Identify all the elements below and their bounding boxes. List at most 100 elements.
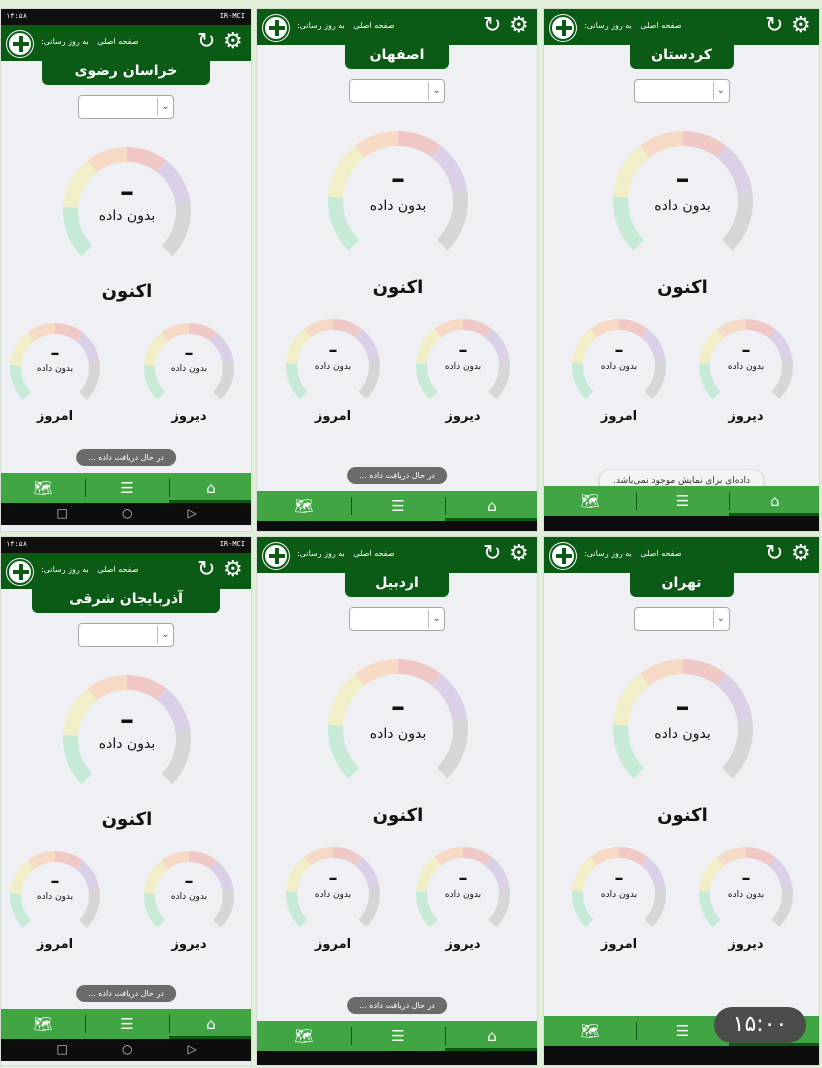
- region-name: آذربایجان شرقی: [69, 591, 183, 607]
- breadcrumb-home[interactable]: صفحه اصلی: [640, 21, 681, 30]
- gauge-yesterday: – بدون داده دیروز: [699, 847, 793, 969]
- gauge-caption: دیروز: [171, 409, 207, 424]
- system-nav-bar: □ ○ ▷: [1, 503, 251, 525]
- breadcrumb-home[interactable]: صفحه اصلی: [97, 565, 138, 574]
- breadcrumb-updated: به روز رسانی:: [297, 21, 345, 30]
- gauge-value: –: [328, 339, 338, 361]
- gauge-status: بدون داده: [170, 364, 208, 375]
- back-icon[interactable]: ▷: [187, 506, 196, 520]
- gauge-now: – بدون داده اکنون: [328, 659, 468, 839]
- dropdown-select[interactable]: ⌄: [633, 79, 730, 103]
- app-bar: صفحه اصلی به روز رسانی: ↻ ⚙: [1, 553, 251, 589]
- refresh-icon[interactable]: ↻: [483, 542, 501, 566]
- chevron-down-icon: ⌄: [157, 98, 173, 116]
- home-icon[interactable]: ⌂: [169, 1009, 251, 1039]
- gauge-segment: [355, 131, 399, 158]
- breadcrumb-home[interactable]: صفحه اصلی: [640, 549, 681, 558]
- app-screen-panel: صفحه اصلی به روز رسانی: ↻ ⚙ اصفهان ⌄ – ب…: [256, 8, 538, 532]
- map-icon[interactable]: 🗺︎: [257, 1021, 351, 1051]
- gauge-caption: دیروز: [445, 409, 481, 424]
- gauge-segment: [682, 659, 726, 686]
- logo-icon: [263, 543, 289, 569]
- gauge-segment: [87, 147, 128, 173]
- gauge-value: –: [614, 867, 624, 889]
- home-icon[interactable]: ⌂: [169, 473, 251, 503]
- gauge-today: – بدون داده امروز: [286, 319, 380, 441]
- dropdown-select[interactable]: ⌄: [349, 79, 445, 103]
- gauge-value: –: [120, 175, 134, 209]
- logo-icon: [7, 31, 33, 57]
- list-sort-icon[interactable]: ☰: [351, 491, 445, 521]
- breadcrumb: صفحه اصلی به روز رسانی:: [297, 549, 395, 558]
- gear-icon[interactable]: ⚙: [791, 542, 811, 566]
- refresh-icon[interactable]: ↻: [483, 14, 501, 38]
- app-screen-panel: صفحه اصلی به روز رسانی: ↻ ⚙ کردستان ⌄ – …: [543, 8, 820, 532]
- gear-icon[interactable]: ⚙: [509, 542, 529, 566]
- gauge-yesterday: – بدون داده دیروز: [699, 319, 793, 441]
- gauge-caption: دیروز: [728, 937, 764, 952]
- map-icon[interactable]: 🗺︎: [544, 1016, 636, 1046]
- home-circle-icon[interactable]: ○: [122, 506, 132, 520]
- region-name: خراسان رضوی: [74, 63, 178, 79]
- breadcrumb-home[interactable]: صفحه اصلی: [353, 549, 394, 558]
- gear-icon[interactable]: ⚙: [223, 558, 243, 582]
- list-sort-icon[interactable]: ☰: [351, 1021, 445, 1051]
- gauge-status: بدون داده: [727, 362, 765, 373]
- gauge-segment: [332, 847, 362, 866]
- gauge-segment: [87, 675, 128, 701]
- breadcrumb-updated: به روز رسانی:: [584, 549, 632, 558]
- refresh-icon[interactable]: ↻: [197, 558, 215, 582]
- gauge-segment: [304, 319, 334, 338]
- gauge-value: –: [184, 342, 194, 364]
- recent-apps-icon[interactable]: □: [56, 506, 67, 520]
- home-icon[interactable]: ⌂: [445, 1021, 537, 1051]
- gauge-today: – بدون داده امروز: [10, 323, 100, 441]
- gauge-segment: [161, 323, 190, 342]
- dropdown-select[interactable]: ⌄: [78, 623, 174, 647]
- breadcrumb-home[interactable]: صفحه اصلی: [97, 37, 138, 46]
- list-sort-icon[interactable]: ☰: [636, 486, 728, 516]
- screenshot-grid: ۱۴:۵۸ IR-MCI صفحه اصلی به روز رسانی: ↻ ⚙…: [0, 0, 822, 1068]
- home-circle-icon[interactable]: ○: [122, 1042, 132, 1056]
- map-icon[interactable]: 🗺︎: [257, 491, 351, 521]
- dropdown-select[interactable]: ⌄: [78, 95, 174, 119]
- gauge-value: –: [458, 339, 468, 361]
- refresh-icon[interactable]: ↻: [765, 542, 783, 566]
- map-icon[interactable]: 🗺︎: [1, 473, 85, 503]
- gauge-caption: امروز: [314, 937, 352, 952]
- refresh-icon[interactable]: ↻: [197, 30, 215, 54]
- gauge-yesterday: – بدون داده دیروز: [144, 851, 234, 969]
- list-sort-icon[interactable]: ☰: [85, 1009, 169, 1039]
- gauge-segment: [745, 319, 775, 338]
- gauge-segment: [434, 319, 464, 338]
- recent-apps-icon[interactable]: □: [56, 1042, 67, 1056]
- breadcrumb: صفحه اصلی به روز رسانی:: [41, 37, 139, 46]
- list-sort-icon[interactable]: ☰: [85, 473, 169, 503]
- region-name: اصفهان: [369, 47, 425, 63]
- home-icon[interactable]: ⌂: [729, 486, 819, 516]
- breadcrumb-home[interactable]: صفحه اصلی: [353, 21, 394, 30]
- region-title: کردستان: [629, 43, 734, 69]
- gauge-value: –: [741, 867, 751, 889]
- gauge-segment: [54, 851, 83, 870]
- refresh-icon[interactable]: ↻: [765, 14, 783, 38]
- system-nav-bar: [257, 1051, 537, 1065]
- toast-loading: در حال دریافت داده ...: [347, 997, 447, 1014]
- gauge-caption: امروز: [314, 409, 352, 424]
- gauge-segment: [434, 847, 464, 866]
- dropdown-select[interactable]: ⌄: [633, 607, 730, 631]
- app-bar: صفحه اصلی به روز رسانی: ↻ ⚙: [257, 9, 537, 45]
- gauge-value: –: [741, 339, 751, 361]
- gauge-segment: [397, 131, 441, 158]
- app-screen-panel: ۱۴:۵۸ IR-MCI صفحه اصلی به روز رسانی: ↻ ⚙…: [0, 8, 252, 532]
- gear-icon[interactable]: ⚙: [509, 14, 529, 38]
- gauge-status: بدون داده: [36, 364, 74, 375]
- map-icon[interactable]: 🗺︎: [544, 486, 636, 516]
- back-icon[interactable]: ▷: [187, 1042, 196, 1056]
- gear-icon[interactable]: ⚙: [223, 30, 243, 54]
- gear-icon[interactable]: ⚙: [791, 14, 811, 38]
- map-icon[interactable]: 🗺︎: [1, 1009, 85, 1039]
- logo-icon: [550, 15, 576, 41]
- dropdown-select[interactable]: ⌄: [349, 607, 445, 631]
- home-icon[interactable]: ⌂: [445, 491, 537, 521]
